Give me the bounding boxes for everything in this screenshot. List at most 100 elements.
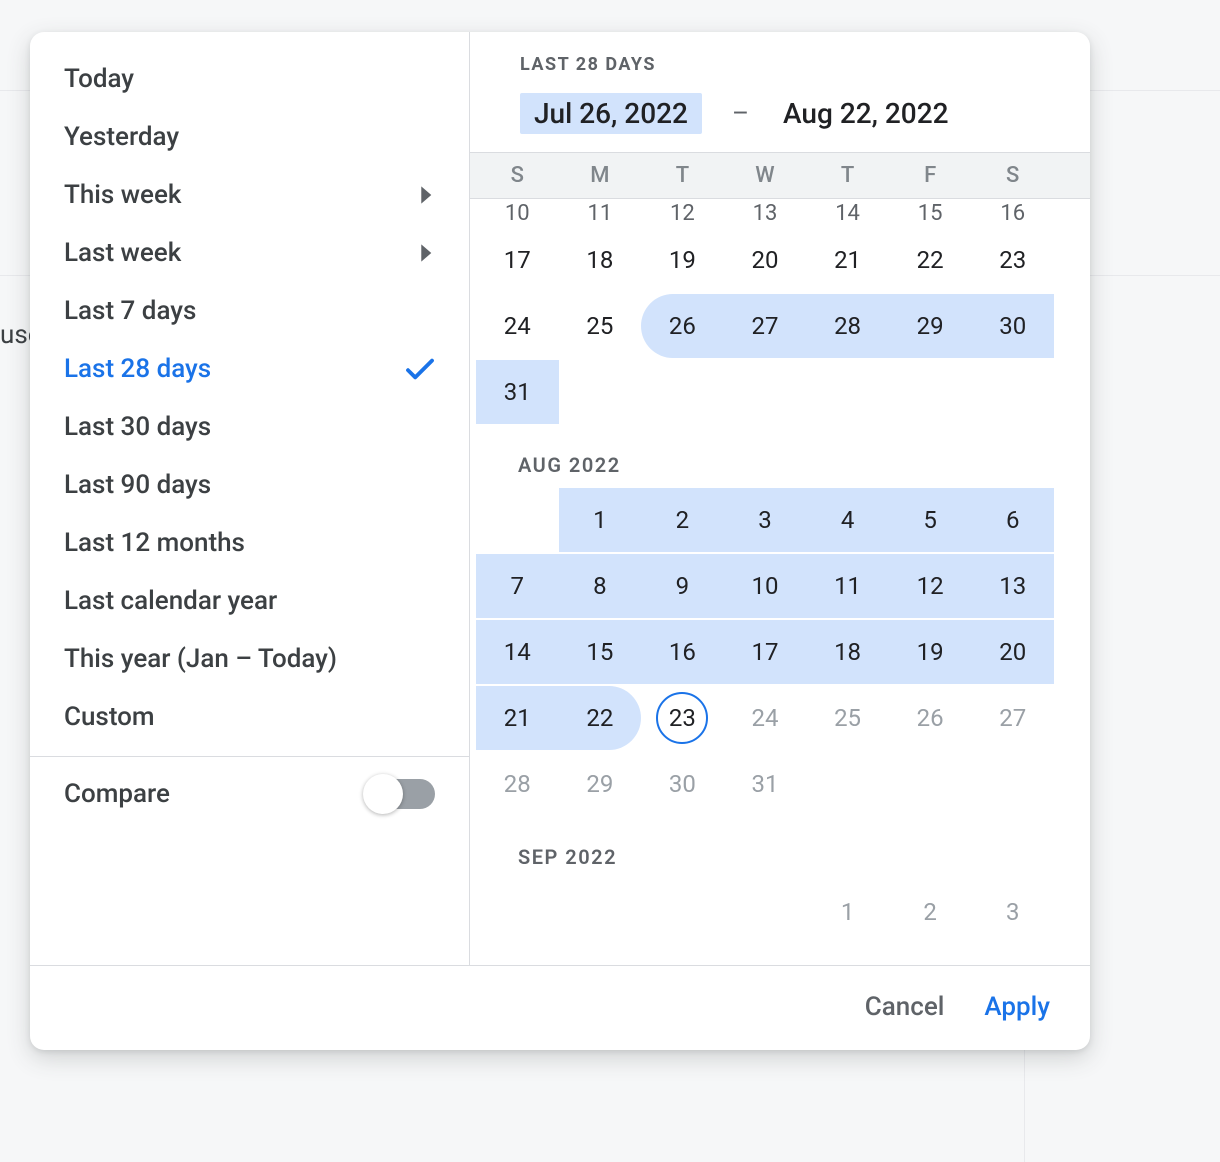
preset-today[interactable]: Today xyxy=(30,50,469,108)
calendar-day xyxy=(559,880,642,944)
compare-toggle[interactable] xyxy=(365,779,435,809)
preset-last-week[interactable]: Last week xyxy=(30,224,469,282)
day-of-week-header: SMTWTFS xyxy=(470,152,1090,199)
apply-button[interactable]: Apply xyxy=(984,992,1050,1022)
calendar-day[interactable]: 25 xyxy=(559,294,642,358)
calendar-day[interactable]: 20 xyxy=(971,620,1054,684)
calendar-day[interactable]: 31 xyxy=(476,360,559,424)
calendar-day[interactable]: 3 xyxy=(724,488,807,552)
calendar-day[interactable]: 30 xyxy=(641,752,724,816)
calendar-day[interactable]: 9 xyxy=(641,554,724,618)
calendar-day[interactable]: 18 xyxy=(559,228,642,292)
calendar-day[interactable]: 14 xyxy=(806,200,889,226)
calendar-day[interactable]: 10 xyxy=(476,200,559,226)
calendar-day[interactable]: 23 xyxy=(641,686,724,750)
calendar-day[interactable]: 26 xyxy=(641,294,724,358)
calendar-day[interactable]: 25 xyxy=(806,686,889,750)
calendar-day[interactable]: 22 xyxy=(559,686,642,750)
preset-last-90[interactable]: Last 90 days xyxy=(30,456,469,514)
calendar-day xyxy=(806,752,889,816)
cancel-button[interactable]: Cancel xyxy=(865,992,945,1022)
calendar-day[interactable]: 3 xyxy=(971,880,1054,944)
preset-last-12m[interactable]: Last 12 months xyxy=(30,514,469,572)
calendar-day[interactable]: 29 xyxy=(559,752,642,816)
preset-label: Last 90 days xyxy=(64,470,211,500)
preset-label: Last 30 days xyxy=(64,412,211,442)
calendar-day[interactable]: 2 xyxy=(889,880,972,944)
dow-cell: W xyxy=(724,163,807,188)
calendar-day[interactable]: 1 xyxy=(806,880,889,944)
calendar-scroll[interactable]: 1011121314151617181920212223242526272829… xyxy=(470,199,1090,965)
range-end-date[interactable]: Aug 22, 2022 xyxy=(779,93,953,134)
calendar-day[interactable]: 17 xyxy=(476,228,559,292)
calendar-day[interactable]: 21 xyxy=(476,686,559,750)
preset-custom[interactable]: Custom xyxy=(30,688,469,746)
calendar-day[interactable]: 24 xyxy=(476,294,559,358)
calendar-day[interactable]: 15 xyxy=(559,620,642,684)
preset-label: Last week xyxy=(64,238,181,268)
calendar-day[interactable]: 27 xyxy=(971,686,1054,750)
calendar-day[interactable]: 16 xyxy=(971,200,1054,226)
preset-label: Last 28 days xyxy=(64,354,211,384)
preset-label: Today xyxy=(64,64,134,94)
calendar-day[interactable]: 15 xyxy=(889,200,972,226)
calendar-day[interactable]: 10 xyxy=(724,554,807,618)
dow-cell: S xyxy=(971,163,1054,188)
check-icon xyxy=(405,357,435,381)
calendar-day[interactable]: 11 xyxy=(559,200,642,226)
calendar-day[interactable]: 1 xyxy=(559,488,642,552)
calendar-day[interactable]: 8 xyxy=(559,554,642,618)
calendar-day[interactable]: 21 xyxy=(806,228,889,292)
today-ring-icon xyxy=(656,692,708,744)
preset-this-year[interactable]: This year (Jan – Today) xyxy=(30,630,469,688)
calendar-day[interactable]: 29 xyxy=(889,294,972,358)
dow-cell: F xyxy=(889,163,972,188)
month-label: AUG 2022 xyxy=(476,425,1054,487)
preset-label: This year (Jan – Today) xyxy=(64,644,337,674)
preset-last-7[interactable]: Last 7 days xyxy=(30,282,469,340)
calendar-day[interactable]: 31 xyxy=(724,752,807,816)
range-dash: – xyxy=(732,99,749,129)
calendar-day[interactable]: 16 xyxy=(641,620,724,684)
calendar-day[interactable]: 7 xyxy=(476,554,559,618)
calendar-day[interactable]: 13 xyxy=(971,554,1054,618)
preset-list: Today YesterdayThis week Last week Last 7 d… xyxy=(30,32,470,965)
preset-label: Last calendar year xyxy=(64,586,277,616)
calendar-day[interactable]: 20 xyxy=(724,228,807,292)
calendar-day xyxy=(476,488,559,552)
preset-label: Custom xyxy=(64,702,155,732)
calendar-day[interactable]: 11 xyxy=(806,554,889,618)
preset-last-cal-year[interactable]: Last calendar year xyxy=(30,572,469,630)
range-start-date[interactable]: Jul 26, 2022 xyxy=(520,93,702,134)
calendar-day[interactable]: 28 xyxy=(476,752,559,816)
calendar-day[interactable]: 19 xyxy=(889,620,972,684)
calendar-day[interactable]: 24 xyxy=(724,686,807,750)
calendar-day[interactable]: 12 xyxy=(641,200,724,226)
calendar-day xyxy=(889,752,972,816)
calendar-day[interactable]: 27 xyxy=(724,294,807,358)
calendar-day[interactable]: 4 xyxy=(806,488,889,552)
preset-this-week[interactable]: This week xyxy=(30,166,469,224)
calendar-day[interactable]: 2 xyxy=(641,488,724,552)
calendar-day[interactable]: 23 xyxy=(971,228,1054,292)
calendar-day[interactable]: 19 xyxy=(641,228,724,292)
calendar-day[interactable]: 17 xyxy=(724,620,807,684)
preset-last-30[interactable]: Last 30 days xyxy=(30,398,469,456)
calendar-day[interactable]: 18 xyxy=(806,620,889,684)
compare-row: Compare xyxy=(30,756,469,837)
calendar-day[interactable]: 26 xyxy=(889,686,972,750)
calendar-day[interactable]: 14 xyxy=(476,620,559,684)
preset-yesterday[interactable]: Yesterday xyxy=(30,108,469,166)
calendar-day[interactable]: 30 xyxy=(971,294,1054,358)
calendar-day[interactable]: 22 xyxy=(889,228,972,292)
calendar-day[interactable]: 12 xyxy=(889,554,972,618)
calendar-day xyxy=(641,880,724,944)
calendar-day[interactable]: 28 xyxy=(806,294,889,358)
dow-cell: S xyxy=(476,163,559,188)
preset-last-28[interactable]: Last 28 days xyxy=(30,340,469,398)
calendar-day[interactable]: 13 xyxy=(724,200,807,226)
calendar-day[interactable]: 5 xyxy=(889,488,972,552)
dow-cell: M xyxy=(559,163,642,188)
calendar-day[interactable]: 6 xyxy=(971,488,1054,552)
calendar-day xyxy=(971,360,1054,424)
